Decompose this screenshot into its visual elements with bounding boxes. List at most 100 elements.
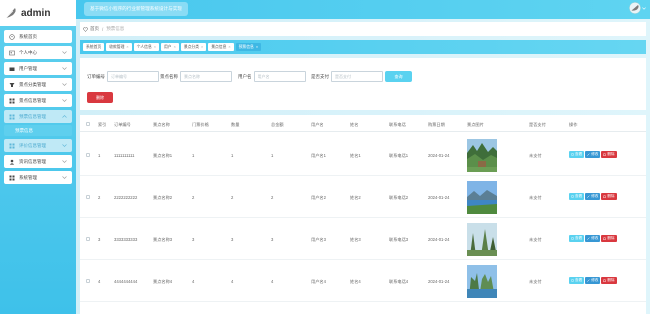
cell-phone: 联系电话2: [389, 195, 409, 200]
sidebar-subitem-ticket-info[interactable]: 预票信息: [4, 125, 72, 136]
breadcrumb: 首页 / 预票信息: [80, 22, 646, 36]
view-button[interactable]: 查看: [569, 235, 585, 242]
tab-payments[interactable]: 收款管理 ×: [106, 43, 132, 51]
sidebar-item-review-mgmt[interactable]: 评价信息管理: [4, 139, 72, 152]
delete-button[interactable]: 删除: [601, 277, 617, 284]
cell-index: 2: [98, 195, 101, 200]
breadcrumb-separator: /: [102, 26, 104, 32]
delete-label: 删除: [607, 194, 615, 198]
table-row: 2 2222222222 景点名称2 2 2 2 用户名2 姓名2 联系电话2 …: [80, 177, 646, 218]
row-actions: 查看 修改 删除: [569, 151, 618, 158]
sidebar-item-label: 评价信息管理: [19, 142, 46, 148]
cell-price: 3: [192, 237, 195, 242]
close-icon[interactable]: ×: [201, 45, 203, 49]
sidebar-item-users[interactable]: 用户管理: [4, 62, 72, 75]
cell-total: 2: [271, 195, 274, 200]
close-icon[interactable]: ×: [256, 45, 258, 49]
sidebar-item-scenic-category[interactable]: 景点分类管理: [4, 78, 72, 91]
cell-phone: 联系电话3: [389, 237, 409, 242]
tab-users[interactable]: 用户 ×: [161, 43, 179, 51]
row-actions: 查看 修改 删除: [569, 277, 618, 284]
query-button[interactable]: 查询: [385, 71, 412, 82]
avatar[interactable]: [629, 2, 641, 14]
tab-home[interactable]: 系统首页: [83, 43, 105, 51]
username-input[interactable]: [253, 71, 306, 82]
chevron-down-icon: [62, 144, 67, 147]
chevron-down-icon: [62, 67, 67, 70]
cell-order-no: 2222222222: [114, 195, 138, 200]
paid-input[interactable]: [331, 71, 383, 82]
cell-name: 姓名3: [350, 237, 361, 242]
delete-button[interactable]: 删除: [601, 193, 617, 200]
grid-icon: [9, 175, 15, 180]
chevron-down-icon: [62, 176, 67, 179]
tab-bar: 系统首页 收款管理 × 个人信息 × 用户 × 景点分类 × 景点信息 × 预票信息 ×: [80, 40, 646, 54]
sidebar-item-label: 景点信息管理: [19, 97, 46, 103]
select-all-checkbox[interactable]: [86, 122, 90, 126]
view-button[interactable]: 查看: [569, 277, 585, 284]
edit-button[interactable]: 修改: [585, 151, 601, 158]
sidebar-item-news-mgmt[interactable]: 资讯信息管理: [4, 155, 72, 168]
cell-order-no: 4444444444: [114, 279, 138, 284]
chevron-down-icon: [62, 51, 67, 54]
scenic-image: [467, 223, 497, 256]
close-icon[interactable]: ×: [154, 45, 156, 49]
sidebar-item-ticket-info-mgmt[interactable]: 预票信息管理: [4, 110, 72, 123]
chevron-down-icon[interactable]: [642, 6, 646, 10]
cell-username: 用户名1: [311, 153, 326, 158]
cell-paid: 未支付: [529, 195, 542, 200]
row-checkbox[interactable]: [86, 195, 90, 199]
delete-button[interactable]: 删除: [601, 151, 617, 158]
order-no-input[interactable]: [107, 71, 159, 82]
sidebar-item-scenic-info[interactable]: 景点信息管理: [4, 94, 72, 107]
view-button[interactable]: 查看: [569, 193, 585, 200]
sidebar-item-system[interactable]: 系统管理: [4, 171, 72, 184]
sidebar-item-home[interactable]: 系统首页: [4, 30, 72, 43]
heart-icon: [83, 26, 88, 32]
tab-scenic-category[interactable]: 景点分类 ×: [180, 43, 207, 51]
tab-ticket-info[interactable]: 预票信息 ×: [235, 43, 262, 51]
tab-label: 个人信息: [136, 44, 152, 49]
cell-phone: 联系电话4: [389, 279, 409, 284]
column-header: 联系电话: [389, 122, 406, 127]
column-header: 总金额: [271, 122, 284, 127]
view-label: 查看: [575, 236, 583, 240]
cell-price: 4: [192, 279, 195, 284]
breadcrumb-home[interactable]: 首页: [90, 26, 99, 32]
cell-name: 姓名4: [350, 279, 361, 284]
spot-name-input[interactable]: [180, 71, 232, 82]
tab-label: 系统首页: [86, 44, 102, 49]
cell-username: 用户名2: [311, 195, 326, 200]
close-icon[interactable]: ×: [228, 45, 230, 49]
batch-delete-button[interactable]: 删除: [87, 92, 113, 103]
eye-icon: [571, 195, 574, 198]
cell-name: 姓名2: [350, 195, 361, 200]
trash-icon: [603, 195, 606, 198]
system-title: 基于微信小程序的行业新管理系统设计与实现: [84, 2, 188, 16]
delete-button[interactable]: 删除: [601, 235, 617, 242]
row-checkbox[interactable]: [86, 279, 90, 283]
table-row: 4 4444444444 景点名称4 4 4 4 用户名4 姓名4 联系电话4 …: [80, 261, 646, 302]
cell-total: 1: [271, 153, 274, 158]
sidebar-item-profile[interactable]: 个人中心: [4, 46, 72, 59]
view-button[interactable]: 查看: [569, 151, 585, 158]
tab-scenic-info[interactable]: 景点信息 ×: [208, 43, 234, 51]
user-menu[interactable]: [629, 2, 646, 14]
tab-profile[interactable]: 个人信息 ×: [133, 43, 159, 51]
column-header: 订单编号: [114, 122, 131, 127]
row-checkbox[interactable]: [86, 153, 90, 157]
breadcrumb-current: 预票信息: [106, 26, 125, 31]
row-checkbox[interactable]: [86, 237, 90, 241]
scenic-image: [467, 265, 497, 298]
cell-index: 3: [98, 237, 101, 242]
edit-button[interactable]: 修改: [585, 193, 601, 200]
close-icon[interactable]: ×: [126, 45, 128, 49]
cell-username: 用户名4: [311, 279, 326, 284]
close-icon[interactable]: ×: [174, 45, 176, 49]
column-header: 景点图片: [467, 122, 484, 127]
edit-button[interactable]: 修改: [585, 235, 601, 242]
cell-qty: 2: [231, 195, 234, 200]
edit-button[interactable]: 修改: [585, 277, 601, 284]
trash-icon: [603, 279, 606, 282]
eye-icon: [571, 153, 574, 156]
